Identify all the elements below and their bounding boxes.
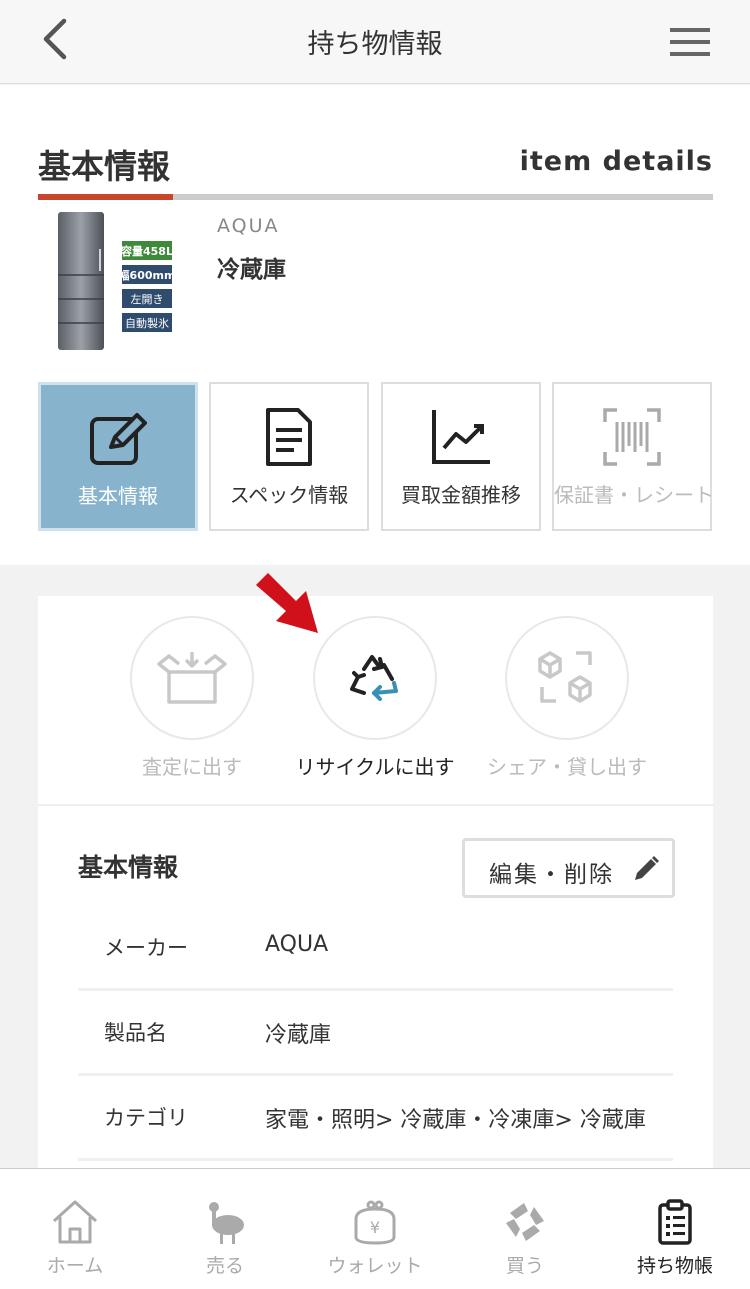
chart-icon xyxy=(432,410,490,464)
section-header: 基本情報 item details xyxy=(38,140,713,200)
back-button[interactable] xyxy=(30,14,80,64)
tab-label: ウォレット xyxy=(327,1255,423,1277)
row-value: 家電・照明> 冷蔵庫・冷凍庫> 冷蔵庫 xyxy=(265,1108,646,1133)
wallet-icon: ¥ xyxy=(354,1200,396,1245)
tab-label: 持ち物帳 xyxy=(636,1255,713,1277)
tab-spec-info[interactable]: スペック情報 xyxy=(209,382,369,531)
home-icon xyxy=(52,1200,98,1244)
tab-basic-info[interactable]: 基本情報 xyxy=(38,382,198,531)
ostrich-icon xyxy=(209,1202,244,1244)
table-row: 製品名 冷蔵庫 xyxy=(78,991,673,1076)
action-buttons: 査定に出す リサイクルに出す シェア・貸し出す xyxy=(38,596,713,806)
share-icon xyxy=(538,651,592,703)
basic-info-title: 基本情報 xyxy=(78,853,179,882)
product-name: 冷蔵庫 xyxy=(217,257,286,283)
product-image: 容量458L 幅600mm 左開き 自動製氷 xyxy=(58,212,176,350)
svg-text:¥: ¥ xyxy=(370,1218,380,1237)
basic-info-header: 基本情報 編集・削除 xyxy=(78,838,675,898)
barcode-icon xyxy=(603,408,661,466)
row-key: メーカー xyxy=(104,936,188,960)
info-table: メーカー AQUA 製品名 冷蔵庫 カテゴリ 家電・照明> 冷蔵庫・冷凍庫> 冷… xyxy=(78,906,673,1161)
share-lend-button[interactable]: シェア・貸し出す xyxy=(472,616,662,796)
app-header: 持ち物情報 xyxy=(0,0,750,84)
tab-label: 基本情報 xyxy=(78,484,158,508)
document-icon xyxy=(266,408,312,466)
table-row: メーカー AQUA xyxy=(78,906,673,991)
tab-home[interactable]: ホーム xyxy=(0,1169,150,1289)
tab-inventory[interactable]: 持ち物帳 xyxy=(600,1169,750,1289)
pointer-arrow-icon xyxy=(256,573,318,633)
section-tab-indicator xyxy=(38,194,173,200)
badge-door: 左開き xyxy=(131,293,164,306)
section-title-en: item details xyxy=(519,146,713,177)
bottom-tab-bar: ホーム 売る ¥ ウォレット 買う 持ち物帳 xyxy=(0,1168,750,1289)
badge-capacity: 容量458L xyxy=(120,244,173,258)
row-key: 製品名 xyxy=(104,1021,167,1045)
box-icon xyxy=(157,652,227,704)
action-label: 査定に出す xyxy=(142,755,242,779)
section-tab-bar xyxy=(38,194,713,200)
badge-icemaker: 自動製氷 xyxy=(125,316,169,330)
row-value: AQUA xyxy=(265,932,329,957)
action-label: シェア・貸し出す xyxy=(487,755,647,779)
edit-delete-label: 編集・削除 xyxy=(489,862,614,888)
clipboard-icon xyxy=(658,1199,692,1245)
recycle-icon xyxy=(350,655,398,701)
edit-icon xyxy=(90,413,147,465)
item-detail-card: 査定に出す リサイクルに出す シェア・貸し出す 基本情報 編集・削除 メーカー … xyxy=(38,596,713,1169)
row-value: 冷蔵庫 xyxy=(265,1023,332,1048)
tab-label: 買う xyxy=(505,1255,544,1277)
tab-price-history[interactable]: 買取金額推移 xyxy=(381,382,541,531)
section-title: 基本情報 xyxy=(38,147,170,186)
tab-label: ホーム xyxy=(46,1255,104,1277)
tab-warranty-receipt[interactable]: 保証書・レシート xyxy=(552,382,714,531)
item-summary-card: 基本情報 item details 容量458L 幅600mm 左開き 自動製氷… xyxy=(0,85,750,565)
shop-icon xyxy=(506,1203,544,1241)
tab-label: 売る xyxy=(205,1255,244,1277)
tab-label: 保証書・レシート xyxy=(554,483,714,507)
tab-sell[interactable]: 売る xyxy=(150,1169,300,1289)
badge-width: 幅600mm xyxy=(119,268,176,282)
product-brand: AQUA xyxy=(217,215,280,237)
table-row: カテゴリ 家電・照明> 冷蔵庫・冷凍庫> 冷蔵庫 xyxy=(78,1076,673,1161)
tab-label: 買取金額推移 xyxy=(401,483,521,507)
pencil-icon xyxy=(635,856,659,880)
appraisal-button[interactable]: 査定に出す xyxy=(97,616,287,796)
tab-label: スペック情報 xyxy=(229,483,349,507)
tab-buy[interactable]: 買う xyxy=(450,1169,600,1289)
edit-delete-button[interactable]: 編集・削除 xyxy=(462,838,675,898)
hamburger-icon xyxy=(670,28,710,56)
action-label: リサイクルに出す xyxy=(295,755,455,779)
product-badges: 容量458L 幅600mm 左開き 自動製氷 xyxy=(119,241,176,332)
row-key: カテゴリ xyxy=(104,1106,188,1130)
detail-tabs: 基本情報 スペック情報 買取金額推移 保証書・レシート xyxy=(38,382,714,531)
chevron-left-icon xyxy=(43,18,67,60)
menu-button[interactable] xyxy=(668,22,714,62)
recycle-button[interactable]: リサイクルに出す xyxy=(280,616,470,796)
page-title: 持ち物情報 xyxy=(307,29,443,60)
tab-wallet[interactable]: ¥ ウォレット xyxy=(300,1169,450,1289)
